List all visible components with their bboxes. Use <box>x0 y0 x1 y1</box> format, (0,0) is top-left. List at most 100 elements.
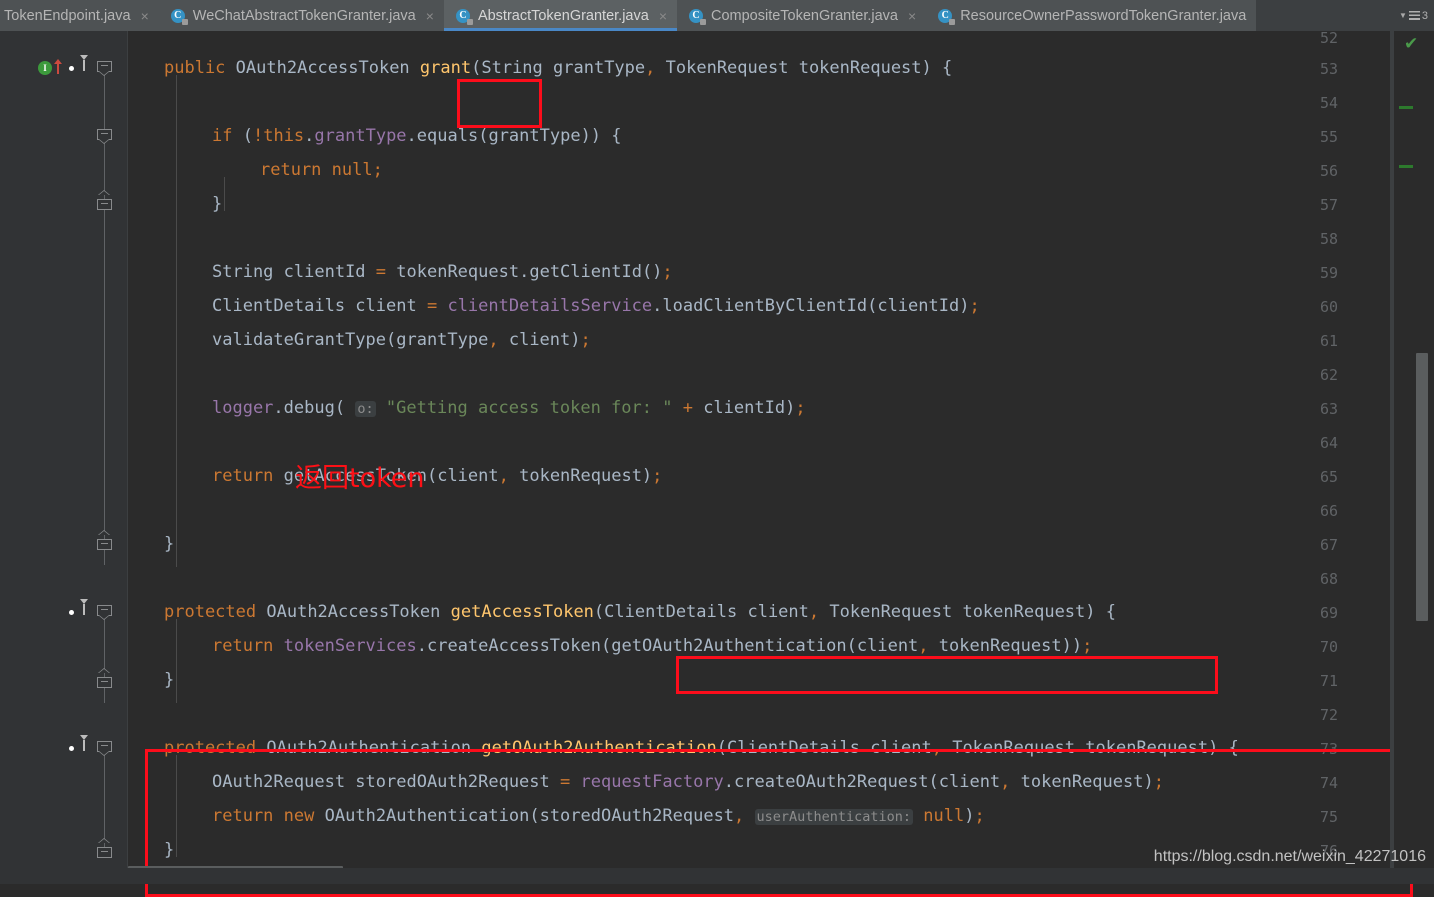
line-number: 72 <box>1319 706 1338 724</box>
no-problems-checkmark-icon[interactable]: ✔ <box>1404 36 1418 53</box>
code-token: userAuthentication: <box>754 809 913 825</box>
code-token: createOAuth2Request <box>734 772 929 792</box>
code-line-57[interactable]: } <box>212 194 222 214</box>
code-token: client) <box>498 330 581 350</box>
code-token: debug <box>283 398 335 418</box>
close-icon[interactable]: × <box>659 9 667 23</box>
code-token: ) <box>964 806 975 826</box>
code-token: return <box>212 806 274 826</box>
implementing-method-icon[interactable]: I <box>38 61 52 75</box>
code-token: . <box>273 398 284 418</box>
code-token: client <box>737 602 809 622</box>
fold-toggle-if-block[interactable] <box>97 129 112 144</box>
code-token: ) <box>1085 602 1096 622</box>
fold-toggle-method-getaccesstoken-end[interactable] <box>97 668 112 688</box>
fold-toggle-method-grant[interactable] <box>97 61 112 76</box>
code-line-53[interactable]: public OAuth2AccessToken grant(String gr… <box>164 58 952 78</box>
indent-guide <box>224 177 225 211</box>
fold-toggle-if-block-end[interactable] <box>97 190 112 210</box>
code-token: TokenRequest <box>665 58 789 78</box>
tab-label: TokenEndpoint.java <box>4 7 131 24</box>
code-token: ; <box>1153 772 1164 792</box>
code-token: tokenRequest)) <box>928 636 1083 656</box>
code-token: loadClientByClientId <box>662 296 868 316</box>
code-token: ; <box>652 466 663 486</box>
code-line-76[interactable]: } <box>164 840 174 860</box>
line-number: 69 <box>1319 604 1338 622</box>
editor-tab-resourceownerpasswordtokengranter[interactable]: C ResourceOwnerPasswordTokenGranter.java <box>926 0 1257 31</box>
indent-guide <box>176 75 177 567</box>
code-line-63[interactable]: logger.debug( o: "Getting access token f… <box>212 398 806 418</box>
code-token: return <box>260 160 322 180</box>
code-token: getClientId <box>529 262 642 282</box>
marker-bar-track <box>1394 31 1434 884</box>
close-icon[interactable]: × <box>426 9 434 23</box>
tab-bar-spacer <box>1256 0 1395 31</box>
fold-toggle-method-getoauth2authentication-end[interactable] <box>97 838 112 858</box>
stripe-marker[interactable] <box>1399 165 1413 168</box>
code-line-70[interactable]: return tokenServices.createAccessToken(g… <box>212 636 1092 656</box>
editor-tab-wechatabstracttokengranter[interactable]: C WeChatAbstractTokenGranter.java × <box>158 0 444 31</box>
java-class-icon: C <box>170 8 188 25</box>
code-token: , <box>498 466 509 486</box>
code-token: grantType <box>314 126 407 146</box>
code-token: ; <box>372 160 383 180</box>
code-token: (grantType <box>386 330 489 350</box>
code-token: ( <box>334 398 346 418</box>
line-number: 66 <box>1319 502 1338 520</box>
editor-gutter[interactable] <box>0 31 128 884</box>
code-token: , <box>734 806 745 826</box>
code-line-59[interactable]: String clientId = tokenRequest.getClient… <box>212 262 673 282</box>
code-editor[interactable]: 52 53 54 55 56 57 58 59 60 61 62 63 64 6… <box>0 29 1434 897</box>
code-line-73[interactable]: protected OAuth2Authentication getOAuth2… <box>164 738 1239 758</box>
code-line-65[interactable]: return getAccessToken(client, tokenReque… <box>212 466 662 486</box>
code-line-69[interactable]: protected OAuth2AccessToken getAccessTok… <box>164 602 1116 622</box>
code-token: () <box>641 262 663 282</box>
tab-list-icon[interactable] <box>1408 11 1420 20</box>
code-line-67[interactable]: } <box>164 534 174 554</box>
editor-tab-abstracttokengranter[interactable]: C AbstractTokenGranter.java × <box>443 0 678 31</box>
stripe-marker[interactable] <box>1399 106 1413 109</box>
code-token: this <box>263 126 305 146</box>
line-number: 54 <box>1319 94 1338 112</box>
code-token: tokenRequest <box>386 262 520 282</box>
code-line-60[interactable]: ClientDetails client = clientDetailsServ… <box>212 296 980 316</box>
code-token: . <box>652 296 663 316</box>
code-token: . <box>304 126 315 146</box>
code-token: OAuth2Request <box>212 772 346 792</box>
error-stripe-marker-bar[interactable]: ✔ <box>1390 31 1434 884</box>
code-token: ( <box>593 602 605 622</box>
close-icon[interactable]: × <box>141 9 149 23</box>
line-number: 65 <box>1319 468 1338 486</box>
line-number: 56 <box>1319 162 1338 180</box>
code-token: { <box>611 126 622 146</box>
code-token: String <box>481 58 543 78</box>
code-line-55[interactable]: if (!this.grantType.equals(grantType)) { <box>212 126 622 146</box>
chevron-down-icon[interactable]: ▼ <box>1399 11 1407 20</box>
editor-tab-compositetokengranter[interactable]: C CompositeTokenGranter.java × <box>677 0 927 31</box>
code-line-56[interactable]: return null; <box>260 160 383 180</box>
code-line-61[interactable]: validateGrantType(grantType, client); <box>212 330 591 350</box>
fold-toggle-method-getaccesstoken[interactable] <box>97 605 112 620</box>
tab-label: CompositeTokenGranter.java <box>711 7 898 24</box>
code-line-74[interactable]: OAuth2Request storedOAuth2Request = requ… <box>212 772 1164 792</box>
fold-toggle-method-getoauth2authentication[interactable] <box>97 741 112 756</box>
code-line-75[interactable]: return new OAuth2Authentication(storedOA… <box>212 806 985 826</box>
close-icon[interactable]: × <box>908 9 916 23</box>
editor-tab-tokenendpoint[interactable]: TokenEndpoint.java × <box>0 0 159 31</box>
code-token: ; <box>795 398 806 418</box>
vertical-scrollbar-thumb[interactable] <box>1416 353 1428 621</box>
code-token: tokenRequest) <box>508 466 653 486</box>
tab-overflow-control[interactable]: ▼ 3 <box>1394 0 1434 31</box>
code-token: , <box>488 330 499 350</box>
code-line-71[interactable]: } <box>164 670 174 690</box>
line-number: 57 <box>1319 196 1338 214</box>
fold-toggle-method-grant-end[interactable] <box>97 530 112 550</box>
